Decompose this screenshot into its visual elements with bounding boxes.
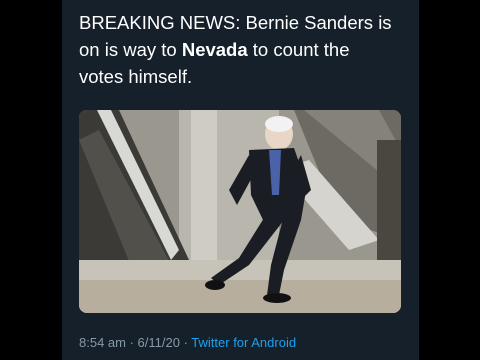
tweet-media-image[interactable] [79,110,401,313]
video-frame: BREAKING NEWS: Bernie Sanders is on is w… [0,0,480,360]
meta-separator: · [125,335,138,350]
tweet-time: 8:54 am [79,335,126,350]
tweet-metadata: 8:54 am · 6/11/20 · Twitter for Android [79,335,296,350]
tweet-text-line-2: on is way to Nevada to count the [79,36,409,63]
media-illustration [79,110,401,313]
tweet-text-line-2-start: on is way to [79,39,182,60]
tweet-text: BREAKING NEWS: Bernie Sanders is on is w… [79,9,409,90]
meta-separator-2: · [179,335,192,350]
tweet-card: BREAKING NEWS: Bernie Sanders is on is w… [62,0,419,360]
tweet-text-line-2-end: to count the [247,39,350,60]
tweet-text-line-3: votes himself. [79,66,193,87]
tweet-text-bold-location: Nevada [181,39,248,60]
tweet-source-link[interactable]: Twitter for Android [191,335,296,350]
tweet-date: 6/11/20 [137,335,180,350]
tweet-text-line-1: BREAKING NEWS: Bernie Sanders is [79,12,392,33]
